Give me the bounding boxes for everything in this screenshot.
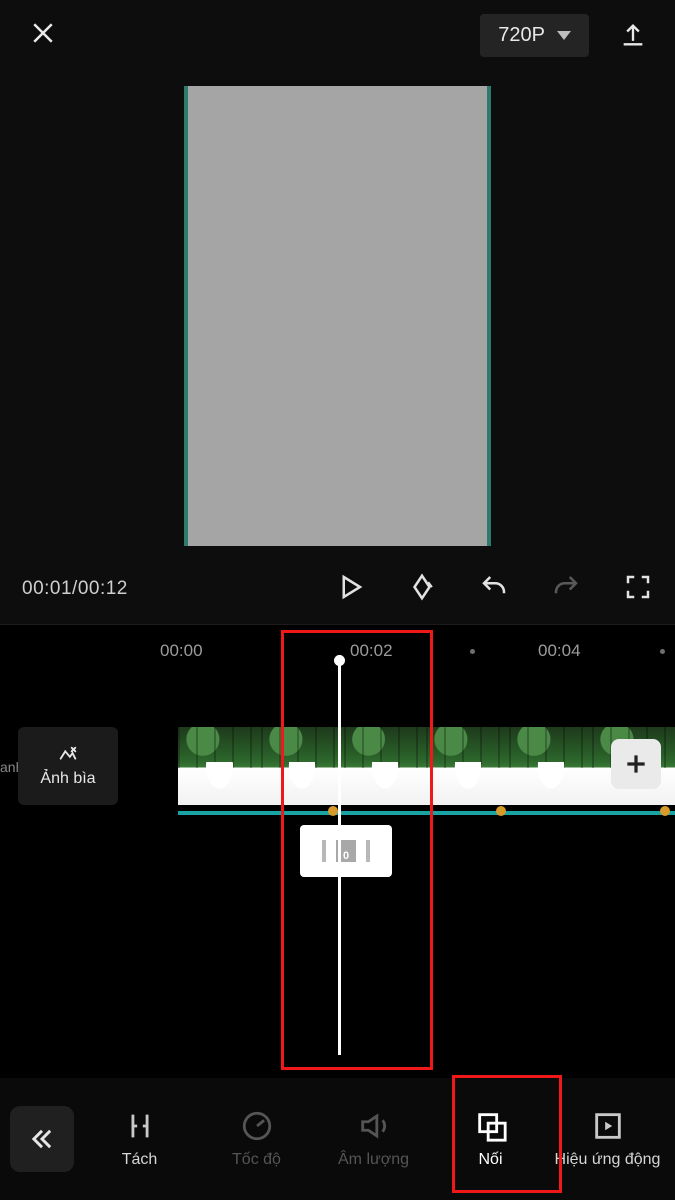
tool-label: Hiệu ứng động (555, 1151, 661, 1169)
keyframe-dot[interactable] (328, 806, 338, 816)
ruler-tick: 00:00 (160, 641, 203, 661)
transition-bar-icon (366, 840, 370, 862)
cover-label: Ảnh bìa (40, 770, 95, 788)
resolution-label: 720P (498, 24, 545, 47)
playback-time: 00:01/00:12 (22, 578, 128, 600)
playhead[interactable] (338, 655, 341, 1055)
transition-bar-icon (322, 840, 326, 862)
tool-label: Tốc độ (232, 1151, 281, 1169)
tool-label: Nối (478, 1151, 502, 1169)
video-preview[interactable] (0, 70, 675, 562)
tool-label: Tách (122, 1151, 158, 1169)
fullscreen-button[interactable] (623, 572, 653, 607)
toolbar-back-button[interactable] (10, 1106, 74, 1172)
tool-animation[interactable]: Hiệu ứng động (550, 1078, 665, 1200)
play-button[interactable] (335, 572, 365, 607)
redo-button[interactable] (551, 572, 581, 607)
tool-speed[interactable]: Tốc độ (199, 1078, 314, 1200)
export-button[interactable] (619, 21, 647, 49)
resolution-select[interactable]: 720P (480, 14, 589, 57)
undo-button[interactable] (479, 572, 509, 607)
ruler-tick: 00:04 (538, 641, 581, 661)
tool-volume[interactable]: Âm lượng (316, 1078, 431, 1200)
ruler-dot (470, 649, 475, 654)
preview-frame (184, 86, 491, 546)
keyframe-track[interactable] (178, 811, 675, 815)
chevron-down-icon (557, 31, 571, 40)
keyframe-button[interactable] (407, 572, 437, 607)
clip-strip[interactable] (178, 727, 675, 805)
tool-overlay[interactable]: Nối (433, 1078, 548, 1200)
ruler-tick: 00:02 (350, 641, 393, 661)
ruler-dot (660, 649, 665, 654)
add-clip-button[interactable] (611, 739, 661, 789)
close-button[interactable] (28, 18, 58, 53)
transition-indicator[interactable]: 0 (300, 825, 392, 877)
tool-label: Âm lượng (338, 1151, 409, 1169)
keyframe-dot[interactable] (660, 806, 670, 816)
cover-button[interactable]: Ảnh bìa (18, 727, 118, 805)
tool-split[interactable]: Tách (82, 1078, 197, 1200)
keyframe-dot[interactable] (496, 806, 506, 816)
bottom-toolbar: Tách Tốc độ Âm lượng Nối Hiệu ứng động (0, 1078, 675, 1200)
